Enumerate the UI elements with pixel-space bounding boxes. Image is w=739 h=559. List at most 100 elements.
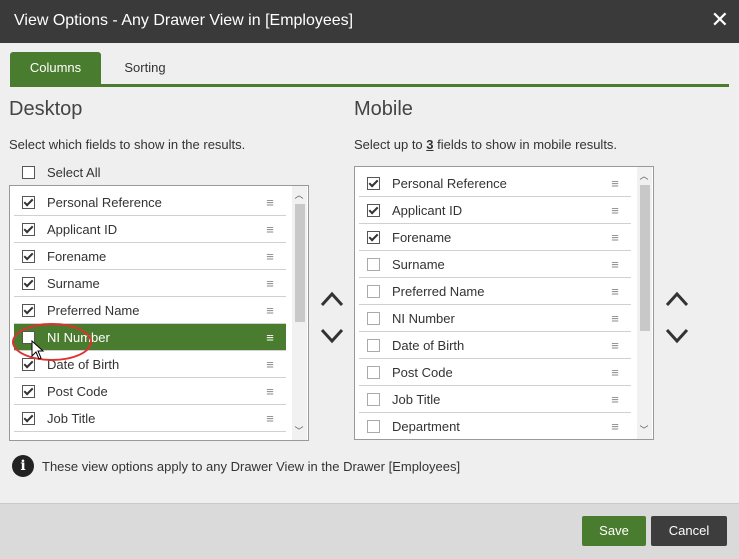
info-icon: i — [12, 455, 34, 477]
drag-handle-icon[interactable]: ≡ — [609, 311, 621, 326]
mobile-item-checkbox[interactable] — [367, 338, 380, 352]
desktop-item-checkbox[interactable] — [22, 249, 35, 263]
desktop-list-item[interactable]: Post Code ≡ — [14, 378, 286, 405]
mobile-list-item[interactable]: NI Number ≡ — [359, 305, 631, 332]
drag-handle-icon[interactable]: ≡ — [609, 365, 621, 380]
drag-handle-icon[interactable]: ≡ — [264, 330, 276, 345]
drag-handle-icon[interactable]: ≡ — [264, 276, 276, 291]
desktop-item-label: Preferred Name — [47, 302, 140, 318]
mobile-list-item[interactable]: Department ≡ — [359, 413, 631, 439]
desktop-item-label: Forename — [47, 248, 107, 264]
mobile-move-up-icon[interactable] — [664, 289, 690, 309]
drag-handle-icon[interactable]: ≡ — [264, 222, 276, 237]
cancel-button[interactable]: Cancel — [651, 516, 727, 546]
mobile-item-checkbox[interactable] — [367, 365, 380, 379]
drag-handle-icon[interactable]: ≡ — [609, 203, 621, 218]
drag-handle-icon[interactable]: ≡ — [609, 230, 621, 245]
mobile-item-label: NI Number — [392, 310, 455, 326]
mobile-list-item[interactable]: Forename ≡ — [359, 224, 631, 251]
mobile-item-checkbox[interactable] — [367, 230, 380, 244]
mouse-pointer-icon — [31, 340, 45, 360]
desktop-item-checkbox[interactable] — [22, 384, 35, 398]
desktop-item-checkbox[interactable] — [22, 195, 35, 209]
drag-handle-icon[interactable]: ≡ — [609, 338, 621, 353]
desktop-list-item[interactable]: Surname ≡ — [14, 270, 286, 297]
drag-handle-icon[interactable]: ≡ — [609, 176, 621, 191]
desktop-item-checkbox[interactable] — [22, 411, 35, 425]
dialog-footer: Save Cancel — [0, 503, 739, 559]
info-note: i These view options apply to any Drawer… — [12, 455, 460, 477]
tab-bar: Columns Sorting — [10, 52, 729, 87]
select-all[interactable]: Select All — [22, 163, 100, 181]
desktop-item-checkbox[interactable] — [22, 276, 35, 290]
scroll-down-icon[interactable]: ﹀ — [637, 423, 651, 436]
drag-handle-icon[interactable]: ≡ — [264, 249, 276, 264]
desktop-list-item[interactable]: Personal Reference ≡ — [14, 189, 286, 216]
select-all-label: Select All — [47, 164, 101, 180]
save-button[interactable]: Save — [582, 516, 646, 546]
mobile-item-label: Surname — [392, 256, 445, 272]
desktop-list-item[interactable]: Job Title ≡ — [14, 405, 286, 432]
move-up-icon[interactable] — [319, 289, 345, 309]
drag-handle-icon[interactable]: ≡ — [264, 411, 276, 426]
scroll-up-icon[interactable]: ︿ — [292, 188, 306, 201]
mobile-item-checkbox[interactable] — [367, 419, 380, 433]
desktop-item-label: Date of Birth — [47, 356, 120, 372]
tab-columns[interactable]: Columns — [10, 52, 101, 84]
mobile-instruction: Select up to 3 fields to show in mobile … — [354, 137, 617, 152]
mobile-instruction-suffix: fields to show in mobile results. — [433, 137, 618, 152]
desktop-field-list[interactable]: Personal Reference ≡ Applicant ID ≡ Forename… — [9, 185, 309, 441]
desktop-item-label: Job Title — [47, 410, 96, 426]
mobile-item-label: Post Code — [392, 364, 453, 380]
desktop-item-label: Applicant ID — [47, 221, 118, 237]
desktop-item-checkbox[interactable] — [22, 303, 35, 317]
desktop-scroll-thumb[interactable] — [295, 204, 305, 322]
desktop-heading: Desktop — [9, 98, 83, 120]
drag-handle-icon[interactable]: ≡ — [609, 284, 621, 299]
close-icon[interactable]: ✕ — [711, 9, 729, 31]
mobile-item-checkbox[interactable] — [367, 203, 380, 217]
mobile-list-item[interactable]: Date of Birth ≡ — [359, 332, 631, 359]
mobile-item-checkbox[interactable] — [367, 311, 380, 325]
mobile-item-checkbox[interactable] — [367, 284, 380, 298]
mobile-list-item[interactable]: Surname ≡ — [359, 251, 631, 278]
mobile-field-list[interactable]: Personal Reference ≡ Applicant ID ≡ Forename… — [354, 166, 654, 440]
mobile-list-item[interactable]: Job Title ≡ — [359, 386, 631, 413]
mobile-item-label: Preferred Name — [392, 283, 485, 299]
mobile-scroll-thumb[interactable] — [640, 185, 650, 331]
drag-handle-icon[interactable]: ≡ — [264, 195, 276, 210]
view-options-dialog: View Options - Any Drawer View in [Emplo… — [0, 0, 739, 559]
desktop-scrollbar[interactable]: ︿ ﹀ — [292, 186, 307, 440]
mobile-item-label: Date of Birth — [392, 337, 465, 353]
mobile-item-checkbox[interactable] — [367, 392, 380, 406]
select-all-checkbox[interactable] — [22, 165, 35, 179]
mobile-list-item[interactable]: Personal Reference ≡ — [359, 170, 631, 197]
desktop-list-item[interactable]: Preferred Name ≡ — [14, 297, 286, 324]
desktop-list-item[interactable]: Forename ≡ — [14, 243, 286, 270]
mobile-item-checkbox[interactable] — [367, 257, 380, 271]
desktop-item-label: Post Code — [47, 383, 108, 399]
drag-handle-icon[interactable]: ≡ — [264, 357, 276, 372]
drag-handle-icon[interactable]: ≡ — [264, 384, 276, 399]
mobile-instruction-count: 3 — [426, 137, 434, 152]
mobile-move-down-icon[interactable] — [664, 326, 690, 346]
move-down-icon[interactable] — [319, 326, 345, 346]
drag-handle-icon[interactable]: ≡ — [609, 257, 621, 272]
scroll-up-icon[interactable]: ︿ — [637, 169, 651, 182]
mobile-heading: Mobile — [354, 98, 413, 120]
mobile-item-label: Department — [392, 418, 460, 434]
desktop-item-label: Surname — [47, 275, 100, 291]
tab-sorting[interactable]: Sorting — [108, 52, 182, 84]
mobile-scrollbar[interactable]: ︿ ﹀ — [637, 167, 652, 439]
drag-handle-icon[interactable]: ≡ — [609, 419, 621, 434]
desktop-list-item[interactable]: Applicant ID ≡ — [14, 216, 286, 243]
mobile-item-checkbox[interactable] — [367, 176, 380, 190]
mobile-list-item[interactable]: Post Code ≡ — [359, 359, 631, 386]
dialog-title: View Options - Any Drawer View in [Emplo… — [14, 12, 354, 29]
mobile-list-item[interactable]: Applicant ID ≡ — [359, 197, 631, 224]
desktop-item-checkbox[interactable] — [22, 222, 35, 236]
drag-handle-icon[interactable]: ≡ — [609, 392, 621, 407]
scroll-down-icon[interactable]: ﹀ — [292, 424, 306, 437]
drag-handle-icon[interactable]: ≡ — [264, 303, 276, 318]
mobile-list-item[interactable]: Preferred Name ≡ — [359, 278, 631, 305]
